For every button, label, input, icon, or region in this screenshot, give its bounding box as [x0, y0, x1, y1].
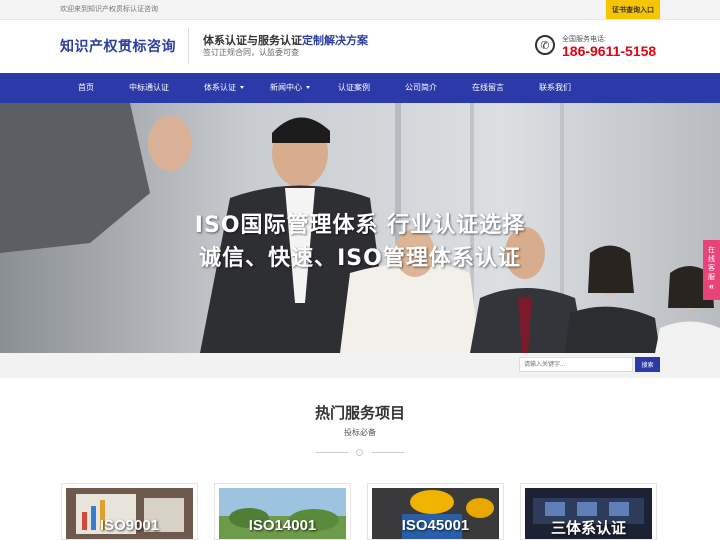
nav-item-label: 联系我们	[539, 83, 571, 92]
service-card-iso9001[interactable]: ISO9001	[61, 483, 198, 540]
section-divider-right	[372, 452, 404, 453]
site-logo[interactable]: 知识产权贯标咨询	[60, 36, 176, 56]
search-bar-row: 搜索	[0, 353, 720, 378]
section-divider-dot	[356, 449, 363, 456]
nav-item-label: 认证案例	[338, 83, 370, 92]
search-input[interactable]	[519, 357, 633, 372]
nav-item-label: 中标通认证	[129, 83, 169, 92]
nav-item-home[interactable]: 首页	[78, 73, 94, 103]
nav-item-about[interactable]: 公司简介	[405, 73, 437, 103]
main-nav: 首页 中标通认证 体系认证 新闻中心 认证案例 公司简介 在线留言 联系我们	[0, 73, 720, 103]
phone-icon: ✆	[535, 35, 555, 55]
section-divider-left	[316, 452, 348, 453]
header-slogan: 体系认证与服务认证定制解决方案	[203, 32, 368, 48]
phone-number: 186-9611-5158	[562, 43, 657, 59]
hero-banner[interactable]: ISO国际管理体系 行业认证选择 诚信、快速、ISO管理体系认证	[0, 103, 720, 353]
nav-item-news[interactable]: 新闻中心	[270, 73, 310, 103]
card-label: 三体系认证	[550, 520, 626, 537]
section-title: 热门服务项目	[314, 405, 405, 422]
nav-item-cases[interactable]: 认证案例	[338, 73, 370, 103]
top-bar: 欢迎来到知识产权贯标认证咨询 证书查询入口	[0, 0, 720, 20]
site-header: 知识产权贯标咨询 体系认证与服务认证定制解决方案 签订正规合同，认监委可查 ✆ …	[0, 20, 720, 73]
header-subslogan: 签订正规合同，认监委可查	[203, 48, 299, 57]
card-label: ISO14001	[248, 517, 317, 534]
certificate-query-button[interactable]: 证书查询入口	[606, 0, 660, 19]
slogan-main: 体系认证与服务认证	[203, 35, 302, 47]
section-subtitle: 投标必备	[344, 428, 376, 437]
online-service-label: 在线客服	[708, 247, 715, 281]
nav-item-message[interactable]: 在线留言	[472, 73, 504, 103]
search-button[interactable]: 搜索	[635, 357, 660, 372]
nav-item-zhongbiaotong[interactable]: 中标通认证	[129, 73, 169, 103]
nav-item-label: 新闻中心	[270, 83, 302, 92]
welcome-text: 欢迎来到知识产权贯标认证咨询	[60, 6, 158, 13]
banner-headline: ISO国际管理体系 行业认证选择	[194, 213, 526, 238]
header-divider	[188, 28, 189, 64]
nav-item-system-cert[interactable]: 体系认证	[204, 73, 244, 103]
nav-item-label: 首页	[78, 83, 94, 92]
card-label: ISO9001	[99, 517, 160, 534]
nav-item-label: 公司简介	[405, 83, 437, 92]
slogan-highlight: 定制解决方案	[302, 35, 368, 47]
card-label: ISO45001	[401, 517, 470, 534]
chevron-down-icon	[240, 86, 244, 90]
service-card-iso14001[interactable]: ISO14001	[214, 483, 351, 540]
nav-item-label: 体系认证	[204, 83, 236, 92]
service-card-iso45001[interactable]: ISO45001	[367, 483, 504, 540]
chevron-left-icon: «	[708, 281, 714, 291]
online-service-float[interactable]: 在线客服 «	[703, 240, 720, 300]
chevron-down-icon	[306, 86, 310, 90]
service-card-three-systems[interactable]: 三体系认证	[520, 483, 657, 540]
banner-subheadline: 诚信、快速、ISO管理体系认证	[199, 246, 521, 271]
nav-item-contact[interactable]: 联系我们	[539, 73, 571, 103]
nav-item-label: 在线留言	[472, 83, 504, 92]
